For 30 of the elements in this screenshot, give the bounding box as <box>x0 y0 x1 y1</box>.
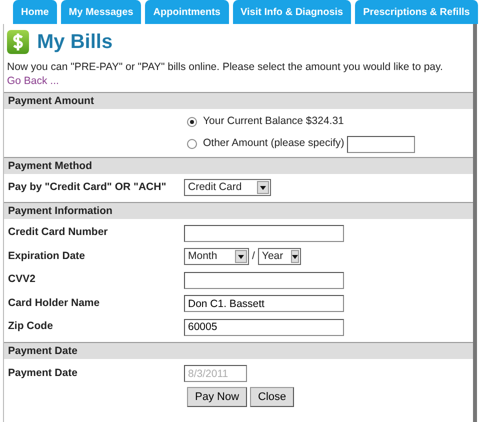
amount-field[interactable] <box>347 136 416 152</box>
page-title: My Bills <box>37 30 113 55</box>
text-field[interactable] <box>184 272 344 289</box>
separator-text: / <box>252 248 255 264</box>
form-button[interactable]: Pay Now <box>187 387 248 408</box>
text-field[interactable]: Don C1. Bassett <box>184 295 344 312</box>
text-field[interactable] <box>184 224 344 242</box>
section-header: Payment Information <box>4 202 473 218</box>
field-label: Card Holder Name <box>8 296 101 311</box>
text-field[interactable]: 60005 <box>184 318 344 336</box>
field-label: CVV2 <box>8 272 36 288</box>
month-select[interactable]: Month <box>184 248 249 266</box>
intro-text: Now you can "PRE-PAY" or "PAY" bills online. Please select the amount you would like to pay. <box>7 60 444 74</box>
dollar-icon <box>7 30 29 54</box>
radio-label: Your Current Balance $324.31 <box>203 114 344 130</box>
section-header: Payment Method <box>4 157 473 174</box>
section-header: Payment Date <box>4 342 473 359</box>
radio-button[interactable] <box>187 117 197 127</box>
radio-label: Other Amount (please specify) <box>203 136 344 152</box>
section-header: Payment Amount <box>4 92 473 109</box>
field-label: Credit Card Number <box>8 225 109 240</box>
back-link[interactable]: Go Back ... <box>7 75 59 87</box>
method-select[interactable]: Credit Card <box>184 179 271 196</box>
radio-button[interactable] <box>187 139 197 149</box>
year-select[interactable]: Year <box>258 248 301 266</box>
field-label: Pay by "Credit Card" OR "ACH" <box>8 180 168 195</box>
field-label: Zip Code <box>8 319 54 334</box>
form-button[interactable]: Close <box>250 387 294 408</box>
field-label: Expiration Date <box>8 248 86 264</box>
field-label: Payment Date <box>8 366 78 381</box>
